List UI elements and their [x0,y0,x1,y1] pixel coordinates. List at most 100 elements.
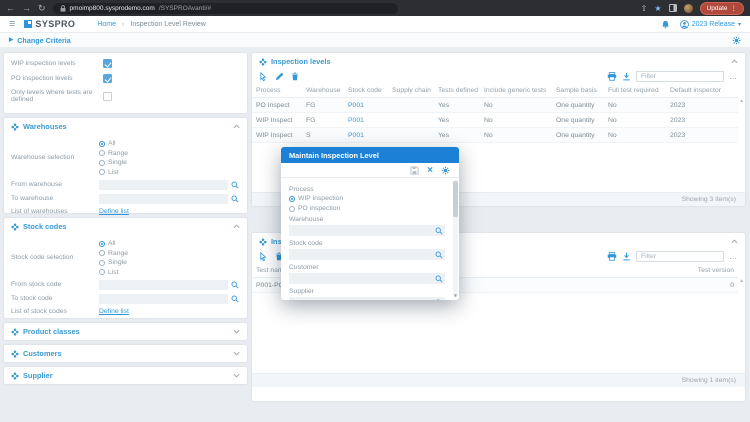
cell-include-generic: No [480,112,552,128]
wip-levels-label: WIP inspection levels [11,60,76,67]
change-criteria-link[interactable]: ▶ Change Criteria [9,36,71,45]
table-row[interactable]: WIP Inspect FG P001 Yes No One quantity … [252,112,738,128]
search-icon[interactable] [435,299,443,300]
customers-panel-header[interactable]: Customers [4,345,247,361]
notifications-bell-icon[interactable] [661,20,670,29]
share-icon[interactable]: ⇧ [641,4,648,13]
levels-filter-input[interactable] [636,71,724,82]
export-download-icon[interactable] [622,252,631,261]
collapse-chevron-up-icon[interactable] [233,124,240,129]
expand-chevron-down-icon[interactable] [233,351,240,356]
stock-radio-range[interactable]: Range [99,250,128,257]
po-inspection-radio[interactable]: PO inspection [289,205,445,212]
search-icon[interactable] [231,281,239,289]
scrollbar-up-icon[interactable]: ▲ [739,278,744,284]
wip-inspection-radio[interactable]: WIP inspection [289,195,445,202]
browser-back-button[interactable]: ← [6,0,15,16]
stock-radio-list[interactable]: List [99,269,128,276]
close-icon[interactable]: × [427,165,433,175]
warehouses-panel-header[interactable]: Warehouses [4,118,247,134]
warehouse-field-input[interactable] [289,225,445,236]
product-classes-panel-header[interactable]: Product classes [4,323,247,339]
warehouse-radio-single[interactable]: Single [99,159,128,166]
wip-levels-checkbox[interactable] [103,59,112,68]
cell-stock-code-link[interactable]: P001 [344,127,388,143]
stock-radio-single[interactable]: Single [99,259,128,266]
browser-panel-icon[interactable] [668,4,677,12]
scrollbar-down-icon[interactable]: ▼ [453,293,458,298]
cell-stock-code-link[interactable]: P001 [344,97,388,113]
inspection-levels-panel-header[interactable]: Inspection levels [252,53,745,69]
col-include-generic[interactable]: Include generic tests [480,84,552,98]
col-full-test[interactable]: Full test required [604,84,666,98]
stock-code-field-input[interactable] [289,249,445,260]
col-process[interactable]: Process [252,84,302,98]
edit-pencil-icon[interactable] [275,72,284,81]
browser-update-button[interactable]: Update ⋮ [699,1,744,15]
po-levels-checkbox[interactable] [103,74,112,83]
more-options-icon[interactable]: … [729,252,738,261]
col-test-version[interactable]: Test version [658,264,738,278]
search-icon[interactable] [231,295,239,303]
address-bar[interactable]: pmoimp800.sysprodemo.com/SYSPROAvanti/# [52,2,398,14]
warehouse-radio-list[interactable]: List [99,169,128,176]
settings-gear-icon[interactable] [441,166,450,175]
delete-trash-icon[interactable] [291,72,299,81]
hamburger-menu-icon[interactable]: ≡ [9,18,15,30]
search-icon[interactable] [231,181,239,189]
from-warehouse-input[interactable] [99,179,228,190]
dialog-titlebar[interactable]: Maintain Inspection Level [281,147,459,163]
col-tests-defined[interactable]: Tests defined [434,84,480,98]
table-row[interactable]: WIP Inspect S P001 Yes No One quantity N… [252,127,738,143]
collapse-chevron-up-icon[interactable] [233,224,240,229]
print-icon[interactable] [607,252,617,261]
col-default-inspector[interactable]: Default inspector [666,84,738,98]
customer-field-label: Customer [289,264,319,271]
search-icon[interactable] [231,195,239,203]
search-icon[interactable] [435,275,443,283]
stock-radio-all[interactable]: All [99,240,128,247]
warehouse-radio-range[interactable]: Range [99,150,128,157]
breadcrumb-home-link[interactable]: Home [97,21,116,28]
browser-forward-button[interactable]: → [22,0,31,16]
more-options-icon[interactable]: … [729,72,738,81]
supplier-field-input[interactable] [289,297,445,300]
cell-stock-code-link[interactable]: P001 [344,112,388,128]
tests-defined-checkbox[interactable] [103,91,112,101]
dialog-scrollbar[interactable]: ▼ [453,180,458,298]
add-record-icon[interactable] [259,72,268,81]
save-icon[interactable] [410,166,419,175]
col-stock-code[interactable]: Stock code [344,84,388,98]
browser-profile-avatar[interactable] [683,3,693,13]
define-stock-list-link[interactable]: Define list [99,308,129,315]
print-icon[interactable] [607,72,617,81]
col-sample-basis[interactable]: Sample basis [552,84,604,98]
expand-chevron-down-icon[interactable] [233,329,240,334]
syspro-logo[interactable]: SYSPRO [24,19,75,29]
table-row[interactable]: PO Inspect FG P001 Yes No One quantity N… [252,97,738,113]
tests-filter-input[interactable] [636,251,724,262]
user-menu[interactable]: 2023 Release ▾ [679,19,741,29]
to-warehouse-input[interactable] [99,193,228,204]
search-icon[interactable] [435,251,443,259]
browser-reload-button[interactable]: ↻ [38,0,46,16]
collapse-chevron-up-icon[interactable] [731,59,738,64]
search-icon[interactable] [435,227,443,235]
export-download-icon[interactable] [622,72,631,81]
page-settings-gear-icon[interactable] [732,36,741,45]
stock-codes-panel-header[interactable]: Stock codes [4,218,247,234]
select-record-icon[interactable] [259,252,268,261]
customer-field-input[interactable] [289,273,445,284]
from-stock-code-input[interactable] [99,279,228,290]
expand-chevron-down-icon[interactable] [233,373,240,378]
define-warehouse-list-link[interactable]: Define list [99,208,129,215]
warehouse-radio-all[interactable]: All [99,140,128,147]
collapse-chevron-up-icon[interactable] [731,239,738,244]
scrollbar-up-icon[interactable]: ▲ [739,98,744,104]
scrollbar-thumb[interactable] [453,181,458,217]
bookmark-star-icon[interactable]: ★ [654,4,661,13]
supplier-panel-header[interactable]: Supplier [4,367,247,383]
to-stock-code-input[interactable] [99,293,228,304]
col-supply-chain[interactable]: Supply chain [388,84,434,98]
col-warehouse[interactable]: Warehouse [302,84,344,98]
